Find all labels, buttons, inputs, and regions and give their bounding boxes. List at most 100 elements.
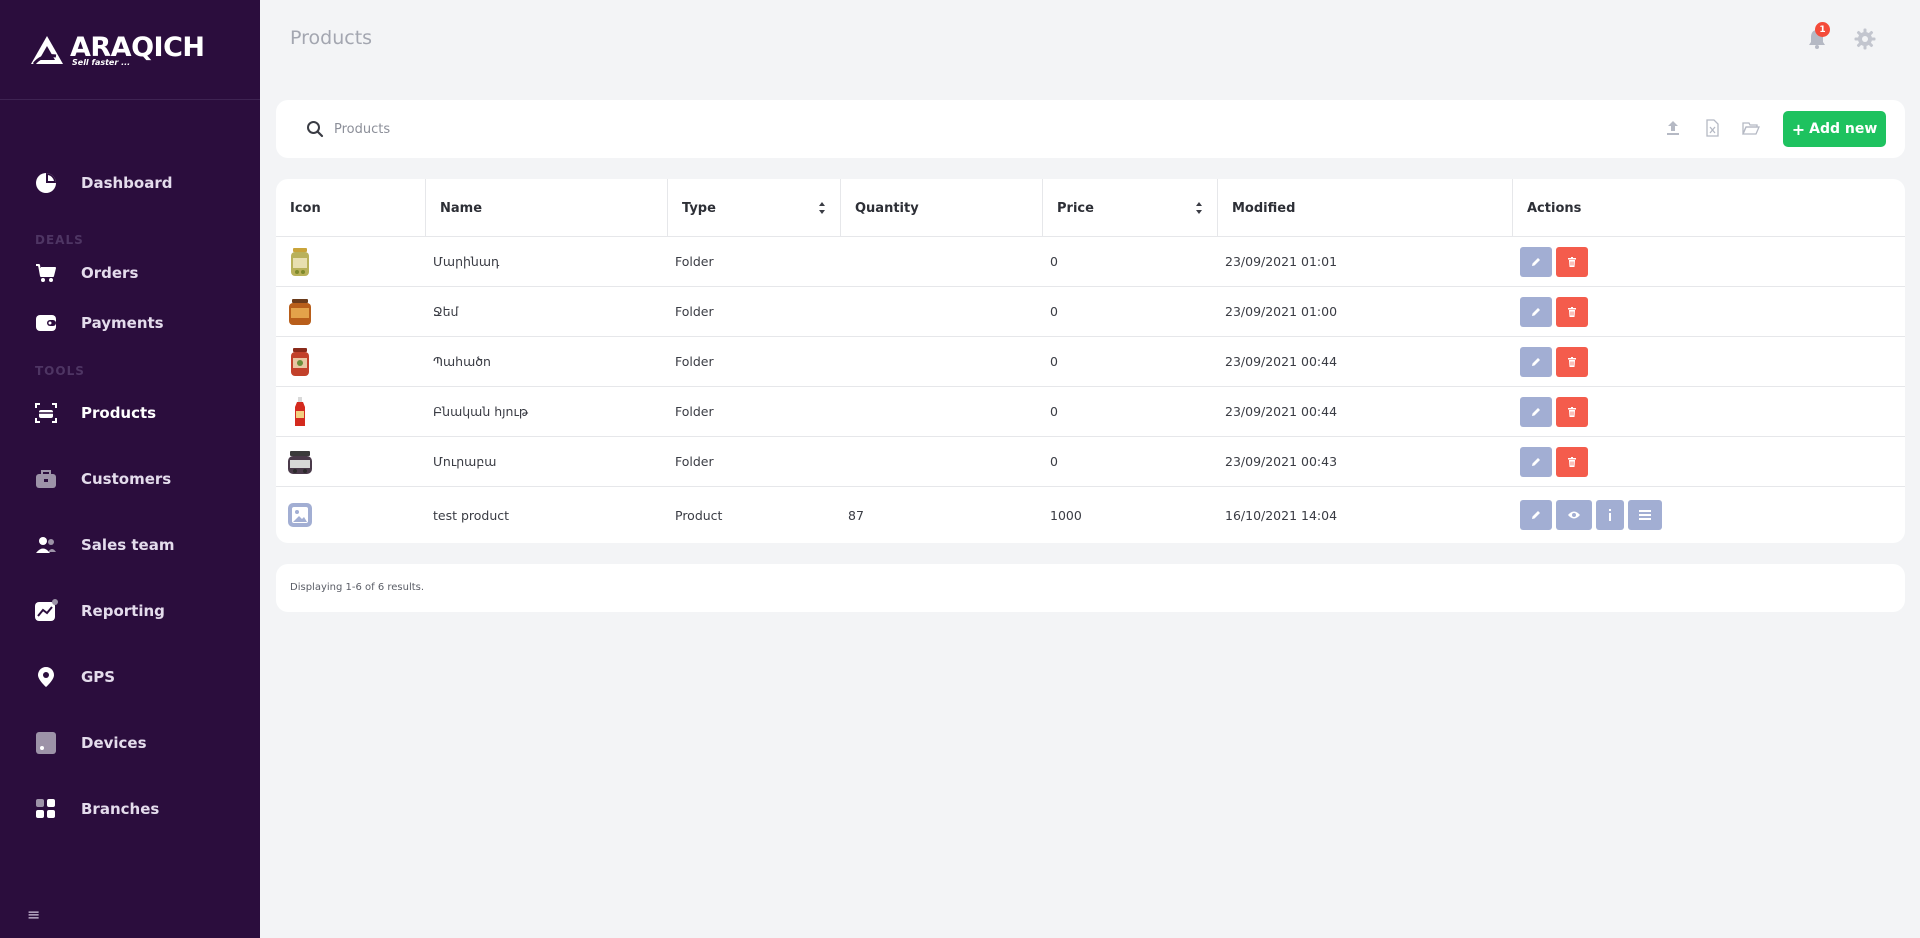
scan-product-icon	[34, 401, 58, 425]
trash-icon	[1568, 256, 1576, 267]
folder-open-icon[interactable]	[1742, 119, 1760, 137]
column-header-quantity[interactable]: Quantity	[841, 179, 1043, 237]
product-type: Folder	[675, 404, 714, 419]
delete-button[interactable]	[1556, 296, 1588, 327]
pencil-icon	[1532, 511, 1540, 519]
sidebar-item-products[interactable]: Products	[0, 393, 260, 433]
sidebar-item-payments[interactable]: Payments	[0, 303, 260, 343]
product-type: Folder	[675, 254, 714, 269]
sort-icon[interactable]	[1195, 201, 1203, 215]
pagination-summary: Displaying 1-6 of 6 results.	[276, 564, 1905, 612]
sidebar-item-label: Dashboard	[81, 174, 173, 192]
add-new-button[interactable]: + Add new	[1783, 111, 1886, 147]
table-row[interactable]: Մարինադ Folder 0 23/09/2021 01:01	[276, 237, 1905, 287]
sidebar-item-label: Payments	[81, 314, 164, 332]
view-button[interactable]	[1556, 500, 1592, 530]
delete-button[interactable]	[1556, 396, 1588, 427]
sidebar-item-label: Devices	[81, 734, 147, 752]
sidebar-item-label: Reporting	[81, 602, 165, 620]
edit-button[interactable]	[1520, 246, 1552, 277]
sidebar-item-label: Products	[81, 404, 157, 422]
section-tools: TOOLS	[35, 364, 85, 378]
trash-icon	[1568, 456, 1576, 467]
sort-icon[interactable]	[818, 201, 826, 215]
row-actions	[1520, 487, 1666, 543]
excel-file-icon[interactable]	[1703, 119, 1721, 137]
column-header-type[interactable]: Type	[668, 179, 841, 237]
product-modified: 23/09/2021 01:01	[1225, 254, 1338, 269]
product-name[interactable]: test product	[433, 487, 509, 543]
table-row[interactable]: Մուրաբա Folder 0 23/09/2021 00:43	[276, 437, 1905, 487]
product-price: 0	[1050, 454, 1058, 469]
table-row[interactable]: Բնական հյութ Folder 0 23/09/2021 00:44	[276, 387, 1905, 437]
product-quantity: 87	[848, 507, 864, 523]
gear-icon[interactable]	[1854, 28, 1876, 50]
info-icon	[1609, 509, 1611, 521]
sidebar-item-label: Sales team	[81, 536, 175, 554]
product-modified: 16/10/2021 14:04	[1225, 507, 1338, 523]
delete-button[interactable]	[1556, 346, 1588, 377]
bottle-juice-icon	[295, 396, 305, 426]
search-icon	[307, 121, 324, 138]
search-input[interactable]	[334, 118, 834, 140]
logo[interactable]: ARAQICH Sell faster ...	[30, 30, 205, 70]
product-type: Folder	[675, 354, 714, 369]
edit-button[interactable]	[1520, 396, 1552, 427]
product-name[interactable]: Բնական հյութ	[433, 387, 528, 436]
edit-button[interactable]	[1520, 500, 1552, 530]
column-header-price[interactable]: Price	[1043, 179, 1218, 237]
table-row[interactable]: Ջեմ Folder 0 23/09/2021 01:00	[276, 287, 1905, 337]
edit-button[interactable]	[1520, 446, 1552, 477]
pie-chart-icon	[34, 171, 58, 195]
sidebar-item-label: Branches	[81, 800, 160, 818]
delete-button[interactable]	[1556, 446, 1588, 477]
search-toolbar: + Add new	[276, 100, 1905, 158]
pencil-icon	[1532, 357, 1540, 366]
product-name[interactable]: Մարինադ	[433, 237, 499, 286]
product-name[interactable]: Ջեմ	[433, 287, 458, 336]
delete-button[interactable]	[1556, 246, 1588, 277]
list-button[interactable]	[1628, 500, 1662, 530]
pencil-icon	[1532, 307, 1540, 316]
trash-icon	[1568, 406, 1576, 417]
cart-icon	[34, 261, 58, 285]
sidebar-item-reporting[interactable]: Reporting	[0, 591, 260, 631]
sidebar-item-customers[interactable]: Customers	[0, 459, 260, 499]
upload-icon[interactable]	[1664, 119, 1682, 137]
product-name[interactable]: Պահածո	[433, 337, 491, 386]
sidebar-item-orders[interactable]: Orders	[0, 253, 260, 293]
add-new-label: Add new	[1809, 121, 1878, 137]
menu-toggle-icon[interactable]: ≡	[27, 905, 40, 924]
column-header-actions: Actions	[1527, 200, 1582, 216]
edit-button[interactable]	[1520, 346, 1552, 377]
more-info-button[interactable]	[1596, 500, 1624, 530]
column-header-type-label: Type	[682, 200, 716, 216]
edit-button[interactable]	[1520, 296, 1552, 327]
table-row[interactable]: test product Product 87 1000 16/10/2021 …	[276, 487, 1905, 543]
sidebar-item-branches[interactable]: Branches	[0, 789, 260, 829]
grid-icon	[34, 797, 58, 821]
jar-murabba-icon	[288, 450, 312, 474]
column-header-name[interactable]: Name	[426, 179, 668, 237]
table-header: Icon Name Type Quantity Price Modified A…	[276, 179, 1905, 237]
sidebar-item-devices[interactable]: Devices	[0, 723, 260, 763]
sidebar-item-sales-team[interactable]: Sales team	[0, 525, 260, 565]
row-actions	[1520, 437, 1592, 486]
list-icon	[1639, 510, 1651, 520]
product-thumbnail	[286, 237, 314, 286]
trash-icon	[1568, 356, 1576, 367]
sidebar-item-gps[interactable]: GPS	[0, 657, 260, 697]
plus-icon: +	[1791, 119, 1806, 139]
column-header-icon: Icon	[276, 179, 426, 237]
sidebar: ARAQICH Sell faster ... Dashboard DEALS …	[0, 0, 260, 938]
product-thumbnail	[286, 437, 314, 486]
table-row[interactable]: Պահածո Folder 0 23/09/2021 00:44	[276, 337, 1905, 387]
product-thumbnail	[286, 387, 314, 436]
column-header-modified[interactable]: Modified	[1218, 179, 1513, 237]
sidebar-item-dashboard[interactable]: Dashboard	[0, 163, 260, 203]
product-modified: 23/09/2021 00:43	[1225, 454, 1338, 469]
pencil-icon	[1532, 257, 1540, 266]
row-actions	[1520, 337, 1592, 386]
tablet-icon	[34, 731, 58, 755]
product-name[interactable]: Մուրաբա	[433, 437, 496, 486]
